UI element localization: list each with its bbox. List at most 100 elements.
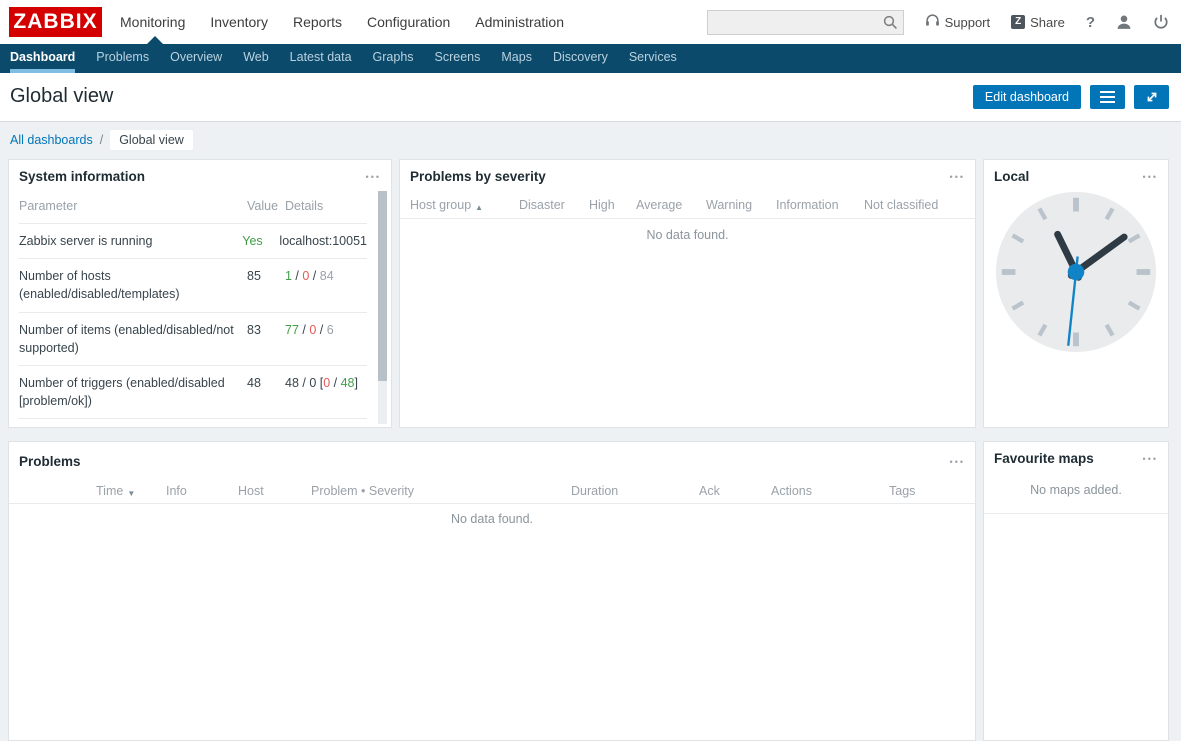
- clock-tick: [1073, 333, 1079, 347]
- user-profile-button[interactable]: [1116, 14, 1132, 30]
- parameter-cell: Number of users (online): [19, 427, 247, 428]
- widget-menu-icon[interactable]: •••: [950, 169, 965, 182]
- subnav-item-overview[interactable]: Overview: [170, 44, 222, 73]
- value-cell: 83: [247, 321, 285, 357]
- table-row: Number of hosts (enabled/disabled/templa…: [19, 259, 367, 312]
- main-menu: Monitoring Inventory Reports Configuration A…: [120, 0, 564, 44]
- column-header-host-group[interactable]: Host group▲: [410, 198, 471, 212]
- parameter-cell: Number of items (enabled/disabled/not su…: [19, 321, 247, 357]
- scrollbar-thumb[interactable]: [378, 191, 387, 381]
- problems-column-headers: Time▼ Info Host Problem • Severity Duration A…: [9, 479, 975, 504]
- divider: [984, 513, 1168, 514]
- subnav-item-graphs[interactable]: Graphs: [373, 44, 414, 73]
- logout-button[interactable]: [1153, 14, 1169, 30]
- system-information-table: ParameterValueDetailsZabbix server is ru…: [19, 191, 367, 427]
- edit-dashboard-button[interactable]: Edit dashboard: [973, 85, 1081, 109]
- subnav-item-web[interactable]: Web: [243, 44, 268, 73]
- subnav-item-latest-data[interactable]: Latest data: [290, 44, 352, 73]
- details-cell: localhost:10051: [279, 232, 367, 250]
- column-header-parameter[interactable]: Parameter: [19, 197, 247, 215]
- details-cell: 48 / 0 [0 / 48]: [285, 374, 367, 410]
- breadcrumb-separator: /: [100, 133, 103, 147]
- menu-item-monitoring[interactable]: Monitoring: [120, 14, 185, 30]
- sort-asc-icon: ▲: [475, 203, 483, 212]
- details-segment: /: [309, 269, 319, 283]
- menu-item-administration[interactable]: Administration: [475, 14, 564, 30]
- column-header-details[interactable]: Details: [285, 197, 367, 215]
- analog-clock: [984, 189, 1168, 355]
- column-header-value[interactable]: Value: [247, 197, 285, 215]
- breadcrumb-all-dashboards[interactable]: All dashboards: [10, 133, 93, 147]
- widget-menu-icon[interactable]: •••: [366, 169, 381, 182]
- subnav-item-discovery[interactable]: Discovery: [553, 44, 608, 73]
- value-cell: Yes: [242, 232, 279, 250]
- widget-title: System information: [19, 169, 145, 184]
- column-header-time[interactable]: Time▼: [96, 484, 123, 498]
- support-label: Support: [945, 15, 991, 30]
- column-header-disaster[interactable]: Disaster: [519, 198, 565, 212]
- search-icon[interactable]: [883, 15, 898, 35]
- widget-problems-by-severity: Problems by severity ••• Host group▲Disa…: [399, 159, 976, 428]
- no-maps-text: No maps added.: [984, 483, 1168, 497]
- monitoring-subnav: Dashboard Problems Overview Web Latest data G…: [0, 44, 1181, 73]
- column-header-tags[interactable]: Tags: [889, 484, 915, 498]
- dashboard-menu-button[interactable]: [1090, 85, 1125, 109]
- column-header-info[interactable]: Info: [166, 484, 187, 498]
- hamburger-icon: [1100, 91, 1115, 103]
- details-segment: ]: [355, 376, 358, 390]
- widget-grid: System information ••• ParameterValueDet…: [8, 159, 1169, 741]
- table-header-row: ParameterValueDetails: [19, 191, 367, 224]
- column-header-actions[interactable]: Actions: [771, 484, 812, 498]
- menu-item-inventory[interactable]: Inventory: [210, 14, 268, 30]
- subnav-item-screens[interactable]: Screens: [435, 44, 481, 73]
- menu-item-configuration[interactable]: Configuration: [367, 14, 450, 30]
- column-header-average[interactable]: Average: [636, 198, 682, 212]
- column-header-information[interactable]: Information: [776, 198, 839, 212]
- support-link[interactable]: Support: [925, 13, 991, 31]
- column-header-high[interactable]: High: [589, 198, 615, 212]
- subnav-item-services[interactable]: Services: [629, 44, 677, 73]
- widget-menu-icon[interactable]: •••: [1143, 451, 1158, 464]
- widget-menu-icon[interactable]: •••: [1143, 169, 1158, 182]
- subnav-item-problems[interactable]: Problems: [96, 44, 149, 73]
- column-header-problem-severity[interactable]: Problem • Severity: [311, 484, 414, 498]
- column-header-warning[interactable]: Warning: [706, 198, 752, 212]
- zabbix-logo[interactable]: ZABBIX: [9, 7, 102, 37]
- column-header-not-classified[interactable]: Not classified: [864, 198, 938, 212]
- subnav-item-dashboard[interactable]: Dashboard: [10, 44, 75, 73]
- help-button[interactable]: ?: [1086, 14, 1095, 31]
- details-cell: 77 / 0 / 6: [285, 321, 367, 357]
- headset-icon: [925, 13, 940, 31]
- value-cell: 48: [247, 374, 285, 410]
- menu-item-reports[interactable]: Reports: [293, 14, 342, 30]
- details-segment: localhost:10051: [279, 234, 367, 248]
- clock-face-icon: [993, 189, 1159, 355]
- widget-system-information: System information ••• ParameterValueDet…: [8, 159, 392, 428]
- fullscreen-button[interactable]: [1134, 85, 1169, 109]
- details-segment: 84: [320, 269, 334, 283]
- dashboard-content: All dashboards / Global view System info…: [0, 123, 1181, 523]
- breadcrumb-current[interactable]: Global view: [110, 130, 193, 150]
- header-controls: Edit dashboard: [973, 85, 1169, 109]
- widget-title: Local: [994, 169, 1029, 184]
- widget-scrollbar[interactable]: [378, 191, 387, 424]
- widget-menu-icon[interactable]: •••: [950, 454, 965, 467]
- details-segment: /: [292, 269, 302, 283]
- severity-column-headers: Host group▲ Disaster High Average Warning Inf…: [400, 193, 975, 219]
- details-segment: /: [330, 376, 340, 390]
- share-link[interactable]: Z Share: [1011, 15, 1065, 30]
- widget-local-clock: Local •••: [983, 159, 1169, 428]
- clock-tick: [1073, 198, 1079, 212]
- page-header: Global view Edit dashboard: [0, 73, 1181, 122]
- column-header-ack[interactable]: Ack: [699, 484, 720, 498]
- no-data-text: No data found.: [9, 512, 975, 526]
- search-input[interactable]: [707, 10, 904, 35]
- column-header-host[interactable]: Host: [238, 484, 264, 498]
- subnav-item-maps[interactable]: Maps: [501, 44, 532, 73]
- share-label: Share: [1030, 15, 1065, 30]
- widget-problems: Problems ••• Time▼InfoHostProblem • Seve…: [8, 441, 976, 741]
- clock-tick: [1137, 269, 1151, 275]
- table-row: Number of items (enabled/disabled/not su…: [19, 313, 367, 366]
- page-title: Global view: [10, 85, 113, 108]
- column-header-duration[interactable]: Duration: [571, 484, 618, 498]
